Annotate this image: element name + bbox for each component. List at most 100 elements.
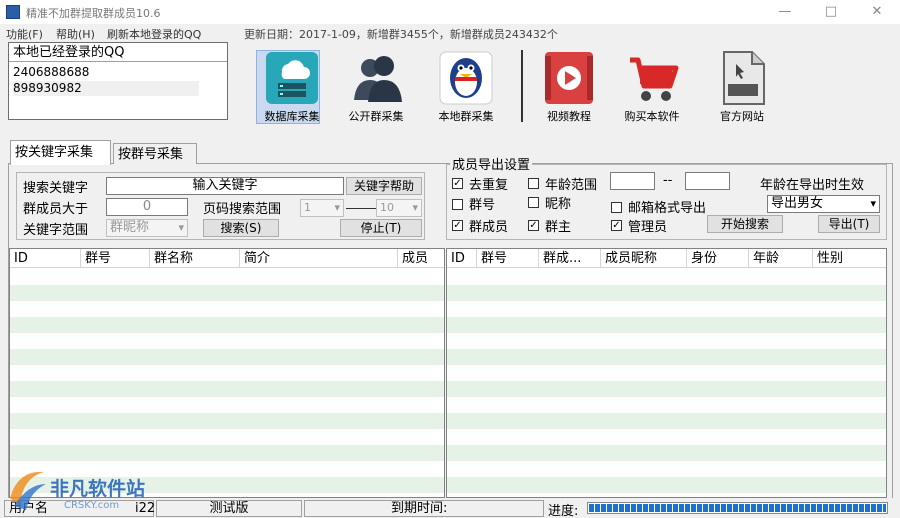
database-collect-button[interactable]: 数据库采集 (254, 50, 330, 124)
column-header[interactable]: 简介 (240, 249, 398, 268)
page-to-value: 10 (380, 201, 394, 214)
column-header[interactable]: 性别 (813, 249, 886, 268)
qq-account-row[interactable]: 2406888688 (13, 65, 199, 80)
dedupe-checkbox[interactable]: ✓ (452, 178, 463, 189)
column-header[interactable]: 群名称 (150, 249, 240, 268)
app-icon (6, 5, 20, 19)
export-button[interactable]: 导出(T) (818, 215, 880, 233)
nickname-checkbox[interactable] (528, 197, 539, 208)
member-table-header: ID 群号 群成... 成员昵称 身份 年龄 性别 (447, 249, 886, 268)
tab-group-number-collect[interactable]: 按群号采集 (113, 143, 197, 164)
local-group-collect-button[interactable]: 本地群采集 (428, 50, 504, 124)
empty-row-stripe (447, 477, 886, 493)
empty-row-stripe (447, 445, 886, 461)
empty-row-stripe (447, 317, 886, 333)
empty-row-stripe (10, 349, 444, 365)
public-group-collect-button[interactable]: 公开群采集 (338, 50, 414, 124)
nickname-label: 昵称 (545, 197, 572, 212)
column-header[interactable]: 群号 (477, 249, 539, 268)
keyword-label: 搜索关键字 (23, 181, 89, 196)
mail-format-checkbox[interactable] (611, 202, 622, 213)
maximize-button[interactable]: □ (808, 0, 854, 24)
column-header[interactable]: 成员 (398, 249, 444, 268)
age-range-label: 年龄范围 (545, 178, 598, 193)
empty-row-stripe (10, 445, 444, 461)
page-range-separator (346, 208, 376, 209)
keyword-input[interactable]: 输入关键字 (106, 177, 344, 195)
min-members-input[interactable]: 0 (106, 198, 188, 216)
scope-value: 群昵称 (110, 220, 150, 235)
keyword-help-button[interactable]: 关键字帮助 (346, 177, 422, 195)
page-to-spinner[interactable]: 10 ▾ (376, 199, 422, 217)
member-checkbox[interactable]: ✓ (452, 220, 463, 231)
empty-row-stripe (10, 381, 444, 397)
video-tutorial-button[interactable]: 视频教程 (531, 50, 607, 124)
status-progress-label: 进度: (548, 504, 579, 518)
toolbar-separator (521, 50, 523, 122)
group-results-table[interactable]: ID 群号 群名称 简介 成员 (9, 248, 445, 498)
chevron-down-icon: ▾ (412, 201, 418, 214)
progress-bar (587, 502, 888, 514)
close-button[interactable]: ✕ (854, 0, 900, 24)
dedupe-label: 去重复 (469, 178, 509, 193)
column-header[interactable]: ID (10, 249, 81, 268)
group-no-checkbox[interactable] (452, 199, 463, 210)
watermark-text: 非凡软件站 (50, 478, 146, 500)
watermark: 非凡软件站 CRSKY.com (4, 466, 150, 512)
update-info: 更新日期：2017-1-09，新增群3455个，新增群成员243432个 (244, 28, 558, 41)
stop-button[interactable]: 停止(T) (340, 219, 422, 237)
scope-label: 关键字范围 (23, 223, 89, 238)
qq-penguin-icon (439, 51, 493, 105)
page-from-spinner[interactable]: 1 ▾ (300, 199, 344, 217)
search-button[interactable]: 搜索(S) (203, 219, 279, 237)
menu-function[interactable]: 功能(F) (6, 26, 43, 42)
members-label: 群成员大于 (23, 202, 89, 217)
toolbar-label: 购买本软件 (624, 110, 680, 123)
progress-fill (589, 504, 886, 512)
buy-software-button[interactable]: 购买本软件 (614, 50, 690, 124)
age-range-checkbox[interactable] (528, 178, 539, 189)
admin-label: 管理员 (628, 220, 668, 235)
local-qq-list[interactable]: 本地已经登录的QQ 2406888688 898930982 (8, 42, 228, 120)
empty-row-stripe (447, 413, 886, 429)
age-to-input[interactable] (685, 172, 730, 190)
scope-select[interactable]: 群昵称 ▾ (106, 219, 188, 237)
member-results-table[interactable]: ID 群号 群成... 成员昵称 身份 年龄 性别 (446, 248, 887, 498)
age-range-separator: -- (663, 173, 673, 188)
watermark-subtext: CRSKY.com (64, 500, 120, 511)
group-no-label: 群号 (469, 198, 496, 213)
title-bar: 精准不加群提取群成员10.6 — □ ✕ (0, 0, 900, 24)
toolbar-label: 数据库采集 (264, 110, 320, 123)
empty-row-stripe (447, 285, 886, 301)
tab-keyword-collect[interactable]: 按关键字采集 (10, 140, 111, 165)
toolbar-label: 本地群采集 (438, 110, 494, 123)
video-play-icon (545, 52, 593, 104)
menu-refresh-qq[interactable]: 刷新本地登录的QQ (107, 26, 201, 42)
start-search-button[interactable]: 开始搜索 (707, 215, 783, 233)
gender-select[interactable]: 导出男女 ▾ (767, 195, 880, 213)
column-header[interactable]: ID (447, 249, 477, 268)
chevron-down-icon: ▾ (870, 197, 876, 210)
shopping-cart-icon (630, 57, 679, 101)
column-header[interactable]: 群成... (539, 249, 601, 268)
age-from-input[interactable] (610, 172, 655, 190)
status-version: 测试版 (156, 500, 302, 517)
column-header[interactable]: 成员昵称 (601, 249, 687, 268)
qq-account-row[interactable]: 898930982 (13, 81, 199, 96)
column-header[interactable]: 身份 (687, 249, 749, 268)
page-from-value: 1 (304, 201, 311, 214)
toolbar-label: 官方网站 (720, 110, 764, 123)
empty-row-stripe (10, 285, 444, 301)
menu-help[interactable]: 帮助(H) (56, 26, 95, 42)
minimize-button[interactable]: — (762, 0, 808, 24)
toolbar-label: 公开群采集 (348, 110, 404, 123)
column-header[interactable]: 群号 (81, 249, 150, 268)
people-icon (354, 56, 402, 102)
status-expire-label: 到期时间: (391, 501, 448, 516)
owner-checkbox[interactable]: ✓ (528, 220, 539, 231)
official-site-button[interactable]: 官方网站 (704, 50, 780, 124)
admin-checkbox[interactable]: ✓ (611, 220, 622, 231)
toolbar-label: 视频教程 (547, 110, 591, 123)
column-header[interactable]: 年龄 (749, 249, 813, 268)
member-label: 群成员 (469, 220, 509, 235)
